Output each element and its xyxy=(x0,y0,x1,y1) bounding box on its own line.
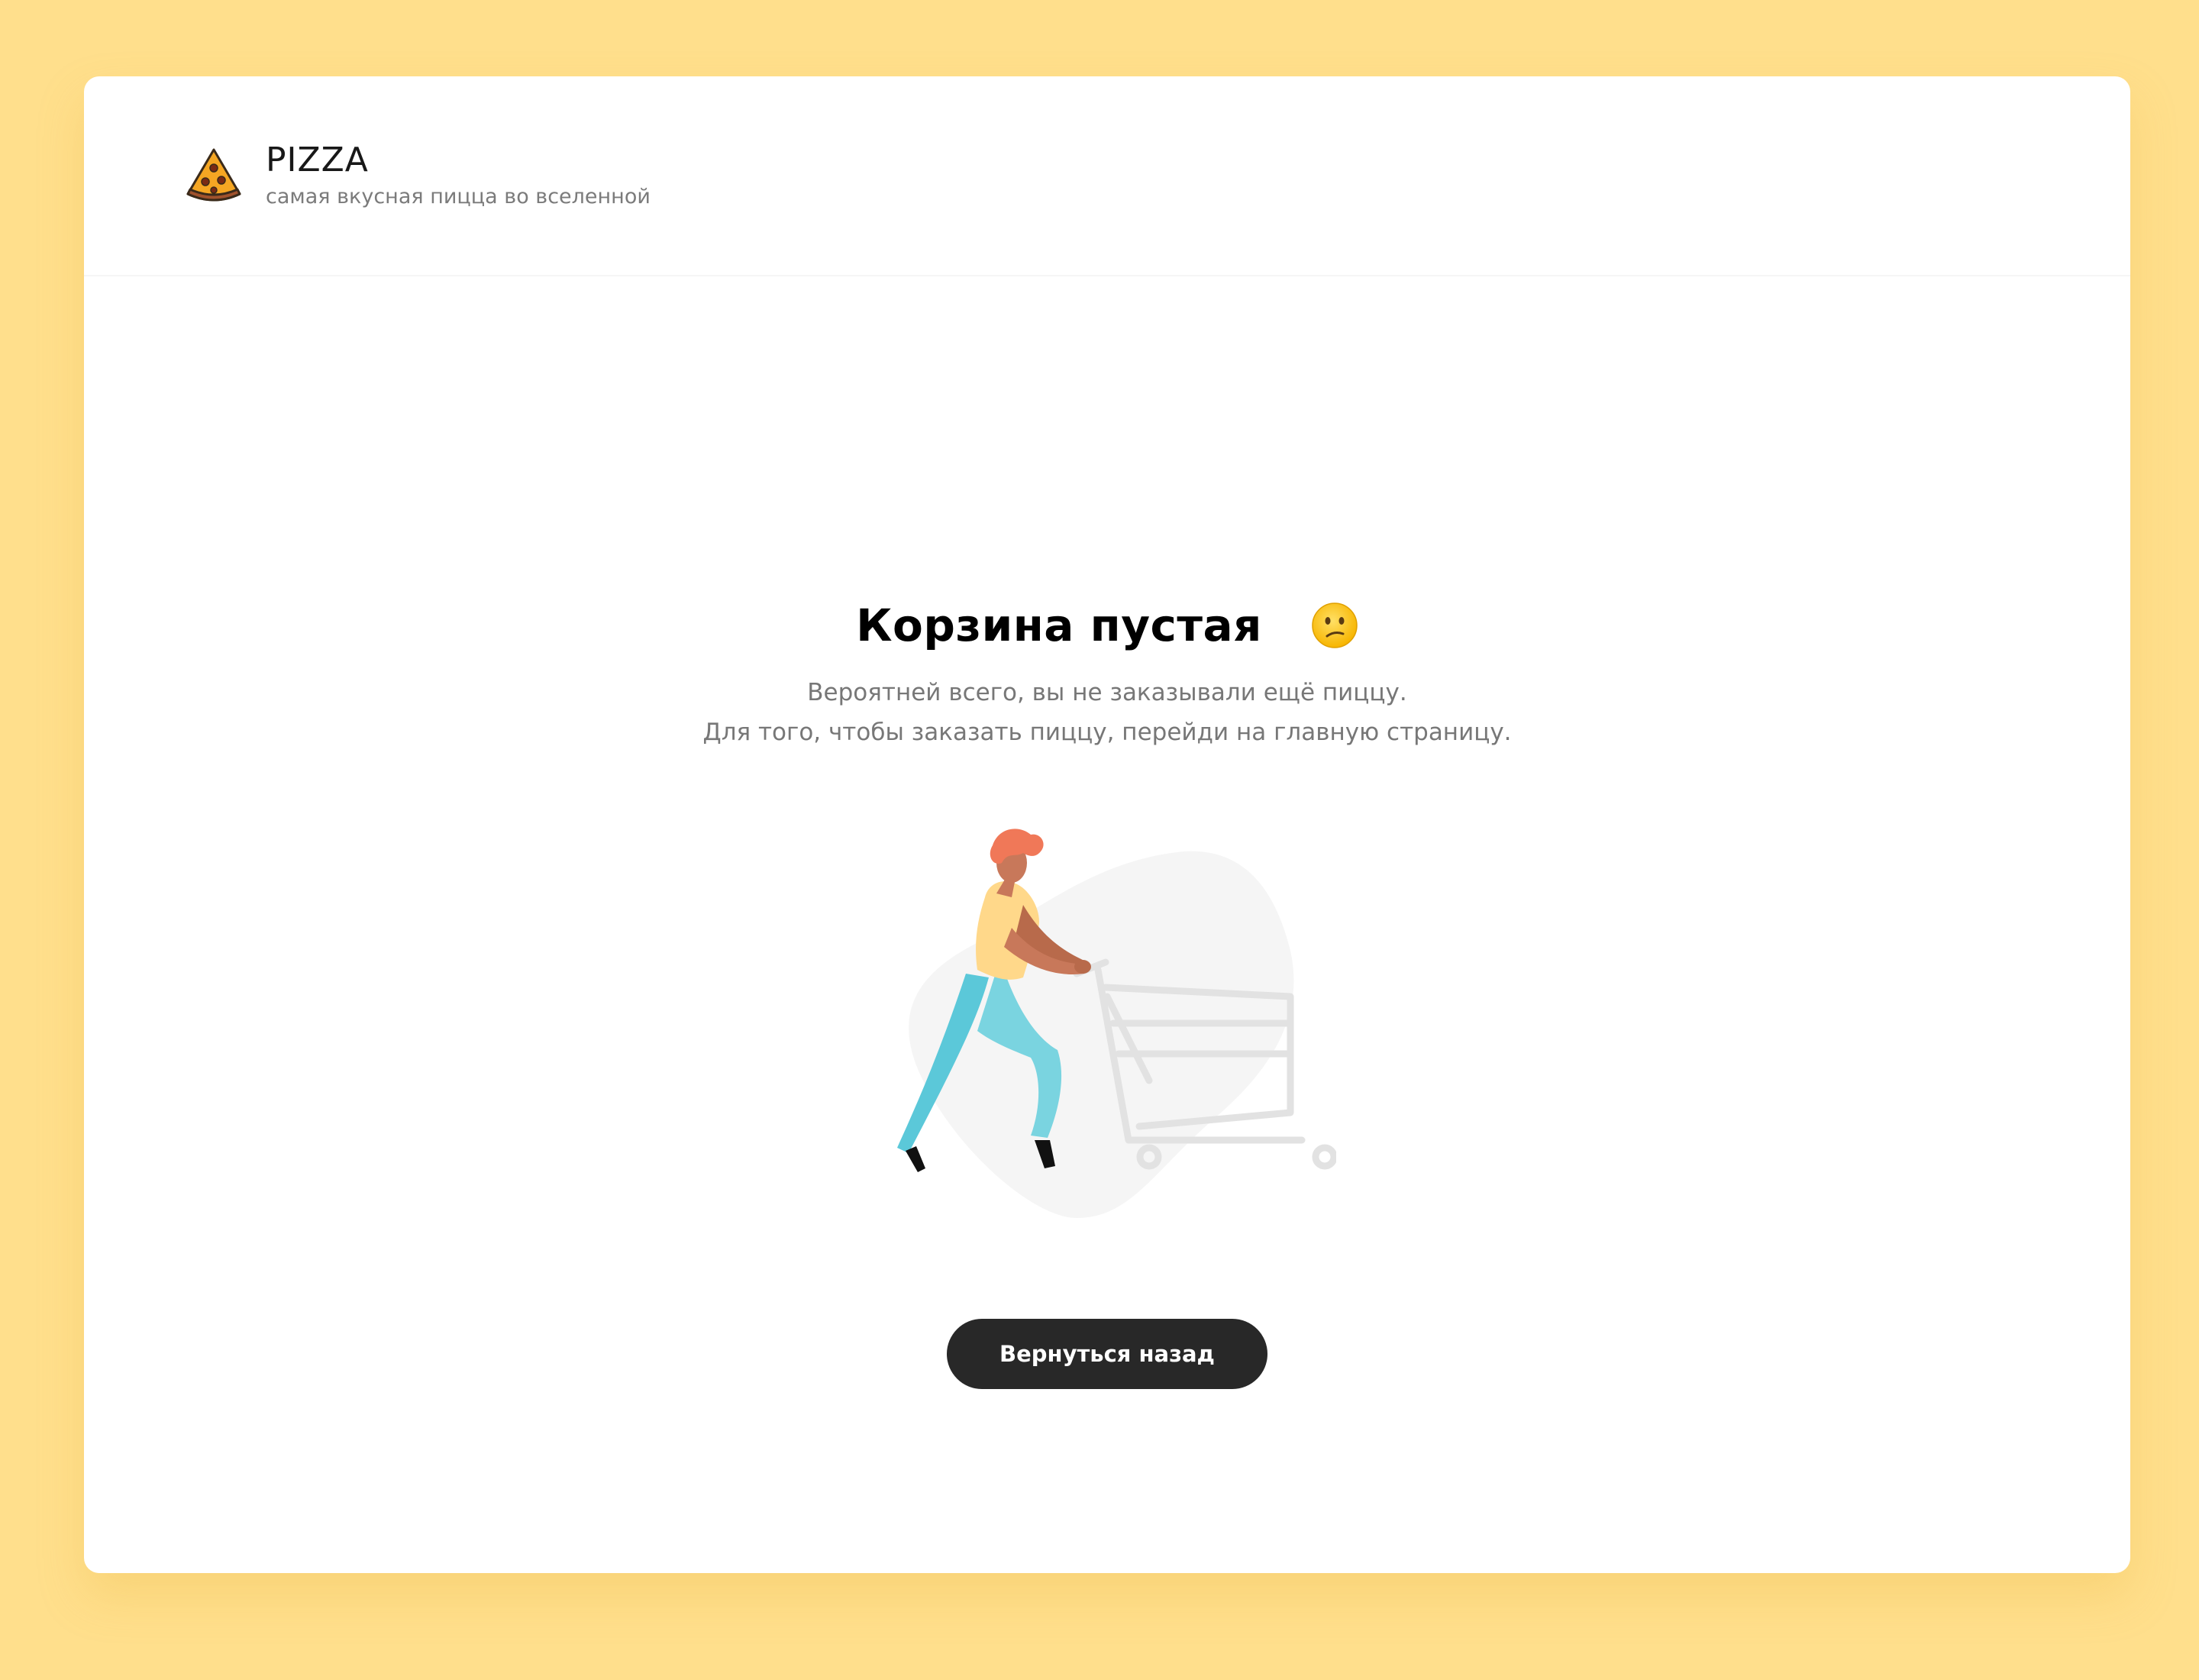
confused-face-icon xyxy=(1312,603,1358,648)
cart-empty-section: Корзина пустая Вероятней всего, вы не за… xyxy=(84,275,2130,1389)
page-card: PIZZA самая вкусная пицца во вселенной К… xyxy=(84,76,2130,1573)
pizza-slice-icon xyxy=(186,148,241,202)
logo-text: PIZZA самая вкусная пицца во вселенной xyxy=(266,141,651,211)
description-line-2: Для того, чтобы заказать пиццу, перейди … xyxy=(702,719,1512,746)
logo-title: PIZZA xyxy=(266,141,369,179)
back-button[interactable]: Вернуться назад xyxy=(947,1319,1267,1389)
person-with-shopping-cart-illustration xyxy=(897,829,1336,1218)
logo-subtitle: самая вкусная пицца во вселенной xyxy=(266,185,651,208)
page-title: Корзина пустая xyxy=(856,599,1262,651)
logo[interactable]: PIZZA самая вкусная пицца во вселенной xyxy=(185,141,651,211)
description-line-1: Вероятней всего, вы не заказывали ещё пи… xyxy=(807,679,1407,706)
description: Вероятней всего, вы не заказывали ещё пи… xyxy=(84,673,2130,752)
header: PIZZA самая вкусная пицца во вселенной xyxy=(84,76,2130,276)
title-row: Корзина пустая xyxy=(84,599,2130,651)
